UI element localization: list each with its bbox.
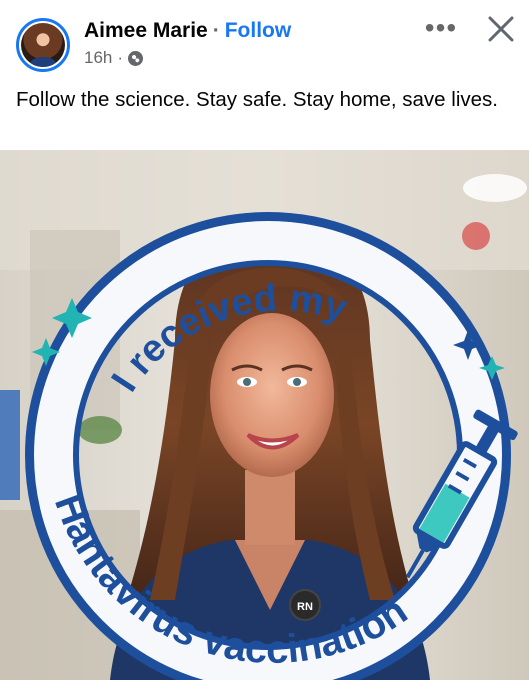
meta-separator: · [117, 48, 124, 67]
post-timestamp[interactable]: 16h [84, 48, 112, 68]
facebook-post: Aimee Marie · Follow 16h · ••• Follow the … [0, 0, 529, 680]
post-text: Follow the science. Stay safe. Stay home… [16, 88, 498, 111]
follow-button[interactable]: Follow [225, 19, 292, 42]
author-avatar[interactable] [16, 18, 70, 72]
avatar-image [21, 23, 65, 67]
name-separator: · [212, 19, 220, 42]
post-meta: 16h · [84, 48, 144, 68]
globe-icon [128, 50, 144, 66]
author-name[interactable]: Aimee Marie [84, 19, 208, 42]
post-header: Aimee Marie · Follow 16h · ••• [0, 0, 529, 80]
photo-artwork: I received my Hantavirus vaccination RN [0, 150, 529, 680]
post-photo[interactable]: I received my Hantavirus vaccination RN [0, 150, 529, 680]
author-line: Aimee Marie · Follow [84, 18, 291, 44]
more-options-icon[interactable]: ••• [424, 14, 458, 44]
close-icon[interactable] [484, 12, 518, 46]
rn-badge: RN [297, 601, 313, 613]
